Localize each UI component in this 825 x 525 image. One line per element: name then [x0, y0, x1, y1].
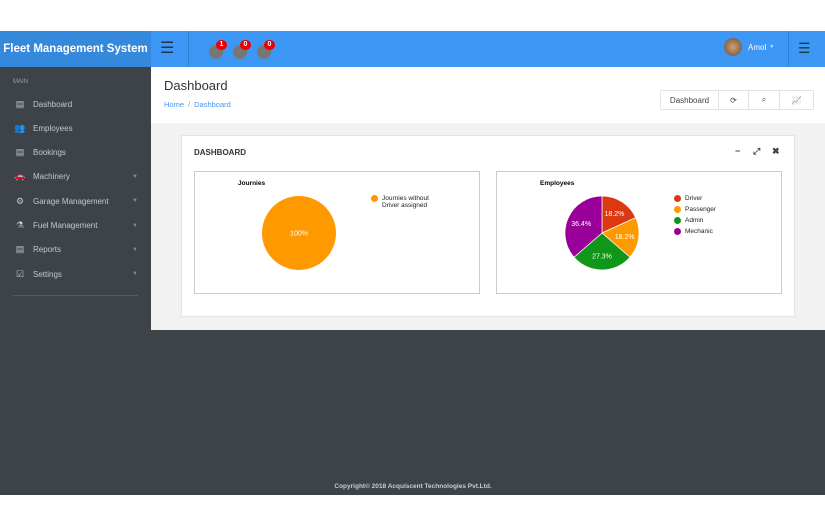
sidebar-item-bookings[interactable]: ▤ Bookings — [0, 143, 151, 163]
notification-icon[interactable]: 0 — [233, 40, 251, 59]
legend-swatch — [674, 206, 681, 213]
caret-down-icon: ▼ — [132, 198, 138, 205]
pie-chart: 100% — [262, 196, 336, 270]
legend-swatch — [674, 195, 681, 202]
sidebar-item-dashboard[interactable]: ▤ Dashboard — [0, 94, 151, 114]
sidebar-section-label: MAIN — [13, 79, 28, 85]
caret-down-icon: ▼ — [132, 173, 138, 180]
toolbar: Dashboard ⟳ ⌕ 📈 — [660, 90, 814, 110]
book-icon: ▤ — [15, 98, 25, 109]
legend-item: Journies without Driver assigned — [371, 195, 441, 209]
top-navbar: Fleet Management System ☰ 1 0 0 Amol ▼ ☰ — [0, 31, 825, 67]
data-label: 27.3% — [592, 253, 612, 260]
notification-icon[interactable]: 1 — [209, 40, 227, 59]
data-label: 18.2% — [615, 234, 635, 241]
journies-chart: Journies 100% Journies without Driver as… — [194, 171, 480, 294]
chart-icon[interactable]: 📈 — [780, 91, 813, 109]
breadcrumb-current[interactable]: Dashboard — [194, 100, 231, 109]
legend-item: Admin — [674, 217, 703, 224]
copyright-text: Copyright© 2018 Acquiscent Technologies … — [334, 483, 492, 490]
legend-swatch — [674, 228, 681, 235]
legend-label: Driver — [685, 195, 703, 202]
sidebar-item-label: Machinery — [33, 172, 70, 182]
panel-title: DASHBOARD — [194, 148, 246, 157]
sidebar-item-label: Employees — [33, 123, 73, 133]
sidebar-item-garage-management[interactable]: ⚙ Garage Management ▼ — [0, 191, 151, 211]
chevron-down-icon: ▼ — [769, 44, 775, 50]
caret-down-icon: ▼ — [132, 222, 138, 229]
data-label: 36.4% — [571, 221, 591, 228]
expand-icon[interactable]: ⤢ — [753, 146, 760, 157]
sidebar-item-machinery[interactable]: 🚗 Machinery ▼ — [0, 167, 151, 187]
car-icon: 🚗 — [14, 171, 26, 182]
avatar — [724, 38, 742, 56]
users-icon: 👥 — [14, 122, 26, 133]
dashboard-panel: DASHBOARD − ⤢ ✖ Journies 100% Journies w… — [181, 135, 795, 317]
page-header: Dashboard Home / Dashboard Dashboard ⟳ ⌕ 📈 — [151, 67, 825, 123]
menu-toggle-icon[interactable]: ☰ — [160, 40, 176, 58]
user-menu[interactable]: Amol ▼ — [724, 38, 774, 56]
flask-icon: ⚗ — [15, 220, 25, 230]
legend-label: Passenger — [685, 206, 717, 213]
legend-swatch — [674, 217, 681, 224]
book-icon: ▤ — [15, 147, 25, 158]
sidebar-item-label: Settings — [33, 269, 62, 279]
sidebar-item-label: Garage Management — [33, 196, 109, 206]
caret-down-icon: ▼ — [132, 271, 138, 278]
user-name: Amol — [748, 42, 767, 52]
legend-label: Mechanic — [685, 228, 713, 235]
breadcrumb: Home / Dashboard — [164, 100, 231, 109]
data-label: 18.2% — [604, 211, 624, 218]
notification-badge: 0 — [240, 40, 251, 50]
app-logo[interactable]: Fleet Management System — [0, 31, 151, 67]
divider — [13, 295, 138, 296]
sidebar-item-fuel-management[interactable]: ⚗ Fuel Management ▼ — [0, 216, 151, 236]
refresh-icon[interactable]: ⟳ — [719, 91, 749, 109]
right-sidebar-toggle-icon[interactable]: ☰ — [798, 40, 811, 57]
page-title: Dashboard — [164, 78, 228, 93]
breadcrumb-home[interactable]: Home — [164, 100, 184, 109]
divider — [788, 31, 789, 67]
book-icon: ▤ — [15, 244, 25, 255]
footer-area — [151, 330, 825, 495]
employees-chart: Employees 18.2% 18.2% 27.3% 36.4% Driver Pas… — [496, 171, 782, 294]
sidebar-item-label: Fuel Management — [33, 221, 98, 230]
legend-label: Journies without Driver assigned — [382, 195, 429, 209]
caret-down-icon: ▼ — [132, 246, 138, 253]
sidebar-item-label: Reports — [33, 245, 62, 255]
sidebar-item-label: Bookings — [33, 148, 66, 158]
search-icon[interactable]: ⌕ — [749, 91, 780, 109]
data-label: 100% — [290, 231, 308, 238]
sidebar-item-label: Dashboard — [33, 99, 73, 109]
close-icon[interactable]: ✖ — [772, 146, 780, 157]
legend-item: Mechanic — [674, 228, 713, 235]
notification-icon[interactable]: 0 — [257, 40, 275, 59]
legend-item: Driver — [674, 195, 702, 202]
legend-swatch — [371, 195, 378, 202]
legend-item: Passenger — [674, 206, 716, 213]
sidebar-item-reports[interactable]: ▤ Reports ▼ — [0, 240, 151, 260]
divider — [188, 31, 189, 67]
sidebar-item-settings[interactable]: ☑ Settings ▼ — [0, 264, 151, 284]
legend-label: Admin — [685, 217, 704, 224]
notification-badge: 1 — [216, 40, 227, 50]
cogs-icon: ⚙ — [15, 195, 25, 206]
sidebar-item-employees[interactable]: 👥 Employees — [0, 118, 151, 138]
dashboard-button[interactable]: Dashboard — [661, 91, 719, 109]
minimize-icon[interactable]: − — [735, 146, 740, 156]
pie-chart: 18.2% 18.2% 27.3% 36.4% — [564, 195, 640, 271]
notification-badge: 0 — [264, 40, 275, 50]
check-square-icon: ☑ — [15, 268, 25, 279]
sidebar: MAIN ▤ Dashboard 👥 Employees ▤ Bookings 🚗 Machi… — [0, 67, 151, 495]
